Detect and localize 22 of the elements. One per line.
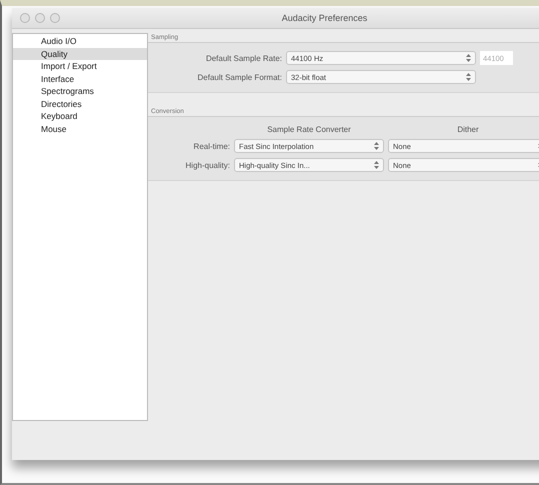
field-label: High-quality:	[184, 160, 230, 170]
window-title: Audacity Preferences	[280, 13, 368, 23]
stepper-arrows-icon	[374, 142, 379, 150]
column-header: Sample Rate Converter	[266, 125, 352, 134]
category-item[interactable]: Directories	[13, 98, 147, 110]
minimize-button[interactable]	[35, 13, 45, 23]
category-item[interactable]: Mouse	[13, 122, 147, 135]
category-item[interactable]: Quality	[13, 48, 147, 60]
category-item[interactable]: Spectrograms	[13, 85, 147, 98]
category-item[interactable]: Keyboard	[13, 110, 147, 122]
stepper-arrows-icon	[374, 161, 379, 169]
field-label: Real-time:	[192, 142, 230, 150]
category-item[interactable]: Import / Export	[13, 60, 147, 72]
close-button[interactable]	[20, 13, 30, 23]
field-label: Default Sample Rate:	[204, 54, 282, 62]
column-header: Dither	[456, 125, 480, 134]
stepper-arrows-icon	[466, 73, 471, 81]
field-label: Default Sample Format:	[196, 72, 282, 82]
category-item[interactable]: Audio I/O	[13, 35, 147, 48]
zoom-button[interactable]	[50, 13, 60, 23]
category-item[interactable]: Interface	[13, 72, 147, 85]
stepper-arrows-icon	[466, 54, 471, 62]
